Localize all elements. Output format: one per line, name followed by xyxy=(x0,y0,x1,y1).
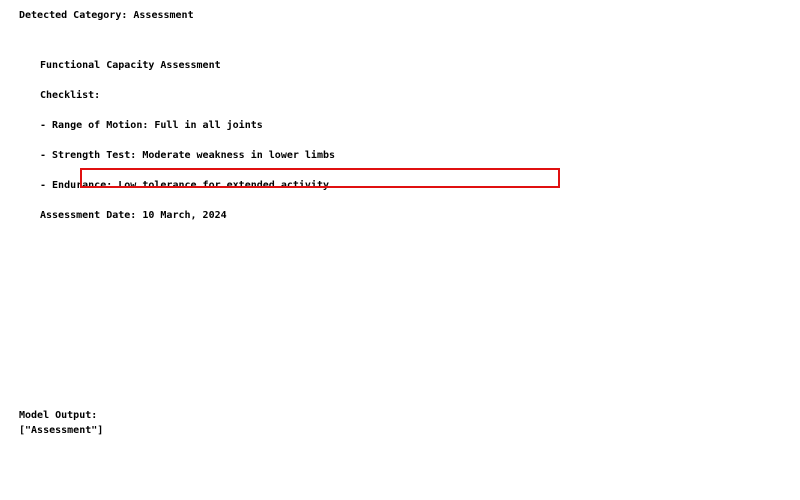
checklist-label: Checklist: xyxy=(40,90,101,101)
document-title: Functional Capacity Assessment xyxy=(40,60,221,71)
checklist-item-strength-test: - Strength Test: Moderate weakness in lo… xyxy=(40,150,336,161)
checklist-item-range-of-motion: - Range of Motion: Full in all joints xyxy=(40,120,263,131)
model-output-value: ["Assessment"] xyxy=(19,425,104,436)
assessment-date: Assessment Date: 10 March, 2024 xyxy=(40,210,227,221)
highlight-box xyxy=(80,168,560,188)
detected-category-line: Detected Category: Assessment xyxy=(19,10,194,21)
model-output-label: Model Output: xyxy=(19,410,98,421)
